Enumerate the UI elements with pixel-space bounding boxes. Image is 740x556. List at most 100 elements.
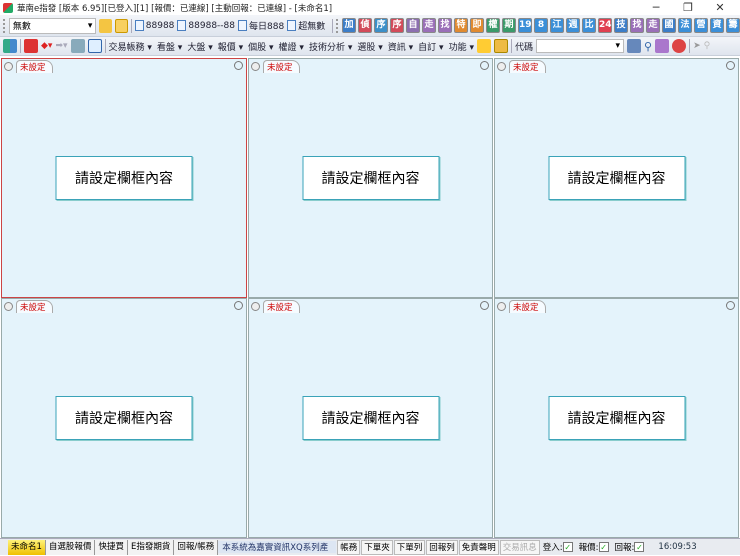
trade-message-button[interactable]: 交易訊息 bbox=[499, 539, 540, 555]
tab-quick-buy[interactable]: 快捷買 bbox=[95, 539, 128, 555]
quick-button-6[interactable]: 找 bbox=[438, 18, 453, 33]
disclaimer-button[interactable]: 免責聲明 bbox=[458, 539, 499, 555]
quick-button-19[interactable]: 走 bbox=[646, 18, 661, 33]
quick-button-0[interactable]: 加 bbox=[342, 18, 357, 33]
magnifier-icon[interactable]: ⚲ bbox=[644, 40, 652, 53]
quote-search-icon[interactable] bbox=[627, 39, 641, 53]
quick-button-23[interactable]: 資 bbox=[710, 18, 725, 33]
tab-futures[interactable]: E指發期貨 bbox=[127, 539, 175, 555]
panel-menu-button[interactable] bbox=[251, 62, 260, 71]
tab-reports[interactable]: 回報/帳務 bbox=[174, 539, 219, 555]
panel-tab-label[interactable]: 未設定 bbox=[16, 60, 53, 73]
quick-button-2[interactable]: 序 bbox=[374, 18, 389, 33]
menu-item-7[interactable]: 選股 ▾ bbox=[357, 40, 382, 53]
forward-arrow-icon[interactable]: ➡▾ bbox=[55, 41, 67, 51]
zoom-in-icon[interactable] bbox=[726, 61, 735, 70]
account-button[interactable]: 帳務 bbox=[337, 539, 361, 555]
panel-menu-button[interactable] bbox=[497, 62, 506, 71]
layout-grid-icon[interactable] bbox=[3, 39, 17, 53]
quick-button-13[interactable]: 江 bbox=[550, 18, 565, 33]
edit-note-icon[interactable] bbox=[99, 18, 113, 33]
panel-placeholder[interactable]: 請設定欄框內容 bbox=[302, 156, 439, 200]
quick-button-22[interactable]: 營 bbox=[694, 18, 709, 33]
menu-item-9[interactable]: 自訂 ▾ bbox=[418, 40, 443, 53]
panel-menu-button[interactable] bbox=[4, 62, 13, 71]
order-bar-button[interactable]: 下單列 bbox=[393, 539, 426, 555]
quick-button-4[interactable]: 自 bbox=[406, 18, 421, 33]
home-icon[interactable] bbox=[24, 39, 38, 53]
quick-button-12[interactable]: 8 bbox=[534, 18, 549, 33]
panel-3[interactable]: 未設定請設定欄框內容 bbox=[1, 298, 247, 538]
quick-button-1[interactable]: 偵 bbox=[358, 18, 373, 33]
tab-watchlist[interactable]: 自選股報價 bbox=[45, 539, 96, 555]
report-bar-button[interactable]: 回報列 bbox=[426, 539, 458, 555]
zoom-in-icon[interactable] bbox=[234, 301, 243, 310]
panel-2[interactable]: 未設定請設定欄框內容 bbox=[494, 58, 739, 298]
menu-item-8[interactable]: 資訊 ▾ bbox=[388, 40, 413, 53]
panel-0[interactable]: 未設定請設定欄框內容 bbox=[1, 58, 247, 298]
menu-item-0[interactable]: 交易帳務 ▾ bbox=[109, 40, 152, 53]
menu-item-1[interactable]: 看盤 ▾ bbox=[157, 40, 182, 53]
bookmark-1[interactable]: 88988--88 bbox=[177, 20, 235, 31]
quick-button-7[interactable]: 特 bbox=[454, 18, 469, 33]
add-bookmark-icon[interactable] bbox=[115, 18, 128, 33]
toolbar-grip[interactable] bbox=[3, 18, 6, 33]
panel-tab-label[interactable]: 未設定 bbox=[263, 300, 300, 313]
panel-1[interactable]: 未設定請設定欄框內容 bbox=[248, 58, 493, 298]
print-icon[interactable] bbox=[70, 39, 85, 53]
popout-icon[interactable] bbox=[87, 39, 102, 53]
zoom-in-icon[interactable] bbox=[480, 301, 489, 310]
panel-4[interactable]: 未設定請設定欄框內容 bbox=[248, 298, 493, 538]
order-folder-button[interactable]: 下單夾 bbox=[361, 539, 393, 555]
zoom-in-icon[interactable] bbox=[726, 301, 735, 310]
panel-tab-label[interactable]: 未設定 bbox=[509, 300, 546, 313]
panel-menu-button[interactable] bbox=[497, 302, 506, 311]
menu-item-6[interactable]: 技術分析 ▾ bbox=[309, 40, 352, 53]
quick-button-20[interactable]: 國 bbox=[662, 18, 677, 33]
quick-button-14[interactable]: 週 bbox=[566, 18, 581, 33]
quick-button-8[interactable]: 即 bbox=[470, 18, 485, 33]
quick-button-18[interactable]: 找 bbox=[630, 18, 645, 33]
quick-button-3[interactable]: 序 bbox=[390, 18, 405, 33]
zoom-in-icon[interactable] bbox=[234, 61, 243, 70]
quick-button-16[interactable]: 24 bbox=[598, 18, 613, 33]
toolbar-grip[interactable] bbox=[336, 18, 339, 33]
quick-button-15[interactable]: 比 bbox=[582, 18, 597, 33]
notepad-icon[interactable] bbox=[493, 39, 508, 53]
bookmark-2[interactable]: 每日888 bbox=[238, 19, 284, 32]
panel-menu-button[interactable] bbox=[251, 302, 260, 311]
quick-button-21[interactable]: 法 bbox=[678, 18, 693, 33]
pointer-icon[interactable]: ➤ bbox=[693, 41, 701, 51]
quick-button-5[interactable]: 走 bbox=[422, 18, 437, 33]
panel-tab-label[interactable]: 未設定 bbox=[16, 300, 53, 313]
zoom-in-icon[interactable] bbox=[480, 61, 489, 70]
alert-icon[interactable] bbox=[672, 39, 687, 53]
lightning-icon[interactable] bbox=[476, 39, 491, 53]
code-input[interactable]: ▾ bbox=[536, 39, 624, 53]
menu-item-10[interactable]: 功能 ▾ bbox=[449, 40, 474, 53]
tool-icon[interactable] bbox=[655, 39, 670, 53]
account-select[interactable]: 無數 ▾ bbox=[8, 17, 97, 34]
menu-item-4[interactable]: 個股 ▾ bbox=[248, 40, 273, 53]
panel-menu-button[interactable] bbox=[4, 302, 13, 311]
tab-workspace-1[interactable]: 未命名1 bbox=[8, 539, 46, 555]
menu-item-5[interactable]: 權證 ▾ bbox=[279, 40, 304, 53]
panel-tab-label[interactable]: 未設定 bbox=[263, 60, 300, 73]
panel-tab-label[interactable]: 未設定 bbox=[509, 60, 546, 73]
back-arrow-icon[interactable]: ◆▾ bbox=[41, 41, 52, 51]
close-button[interactable]: ✕ bbox=[700, 0, 740, 15]
bookmark-3[interactable]: 超無數 bbox=[287, 19, 325, 32]
quick-button-10[interactable]: 期 bbox=[502, 18, 517, 33]
panel-5[interactable]: 未設定請設定欄框內容 bbox=[494, 298, 739, 538]
panel-placeholder[interactable]: 請設定欄框內容 bbox=[55, 156, 193, 200]
quick-button-24[interactable]: 籌 bbox=[726, 18, 740, 33]
quick-button-17[interactable]: 技 bbox=[614, 18, 629, 33]
menu-item-3[interactable]: 報價 ▾ bbox=[218, 40, 243, 53]
panel-placeholder[interactable]: 請設定欄框內容 bbox=[55, 396, 193, 440]
bookmark-0[interactable]: 88988 bbox=[134, 20, 174, 31]
panel-placeholder[interactable]: 請設定欄框內容 bbox=[302, 396, 439, 440]
quick-button-11[interactable]: 19 bbox=[518, 18, 533, 33]
menu-item-2[interactable]: 大盤 ▾ bbox=[187, 40, 212, 53]
panel-placeholder[interactable]: 請設定欄框內容 bbox=[548, 156, 685, 200]
panel-placeholder[interactable]: 請設定欄框內容 bbox=[548, 396, 685, 440]
